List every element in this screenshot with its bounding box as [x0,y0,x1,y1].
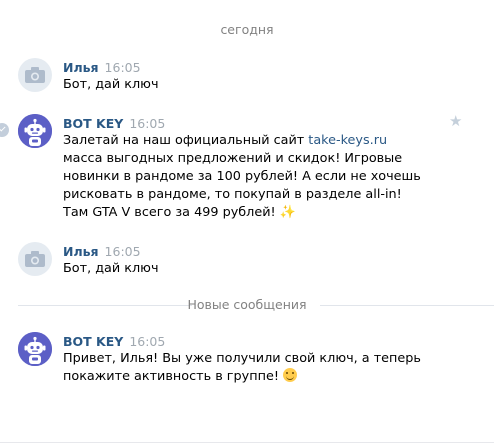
date-separator: сегодня [220,22,274,37]
message-header: BOT KEY 16:05 [63,116,165,131]
avatar[interactable] [18,332,52,366]
message-time[interactable]: 16:05 [129,116,165,131]
camera-icon [25,251,45,267]
site-link[interactable]: take-keys.ru [308,133,387,148]
message-text-part: Привет, Илья! Вы уже получили свой ключ,… [63,351,421,384]
divider [0,442,494,443]
author-name[interactable]: Илья [63,60,99,75]
sparkles-emoji: ✨ [279,205,296,220]
camera-icon [25,67,45,83]
avatar[interactable] [18,114,52,148]
message-text: Бот, дай ключ [63,261,159,276]
new-messages-separator: Новые сообщения [0,297,494,313]
robot-icon [18,114,52,148]
message-time[interactable]: 16:05 [105,60,141,75]
robot-icon [18,332,52,366]
new-messages-label: Новые сообщения [187,297,307,312]
message-header: Илья 16:05 [63,60,141,75]
avatar[interactable] [18,242,52,276]
star-icon[interactable]: ★ [449,114,462,129]
message-time[interactable]: 16:05 [129,334,165,349]
author-name[interactable]: BOT KEY [63,116,123,131]
message-text: Бот, дай ключ [63,77,159,92]
message-time[interactable]: 16:05 [105,244,141,259]
check-icon[interactable] [0,123,9,137]
message-header: Илья 16:05 [63,244,141,259]
author-name[interactable]: BOT KEY [63,334,123,349]
author-name[interactable]: Илья [63,244,99,259]
message-text: Привет, Илья! Вы уже получили свой ключ,… [63,350,463,386]
message-text-part: Залетай на наш официальный сайт [63,133,309,148]
message-text: Залетай на наш официальный сайт take-key… [63,132,423,222]
smiling-face-emoji [283,368,298,382]
chat-history: сегодня Илья 16:05 Бот, дай ключ ★ BOT K… [0,0,494,446]
message-text-part: масса выгодных предложений и скидок! Игр… [63,151,421,220]
avatar[interactable] [18,58,52,92]
message-header: BOT KEY 16:05 [63,334,165,349]
